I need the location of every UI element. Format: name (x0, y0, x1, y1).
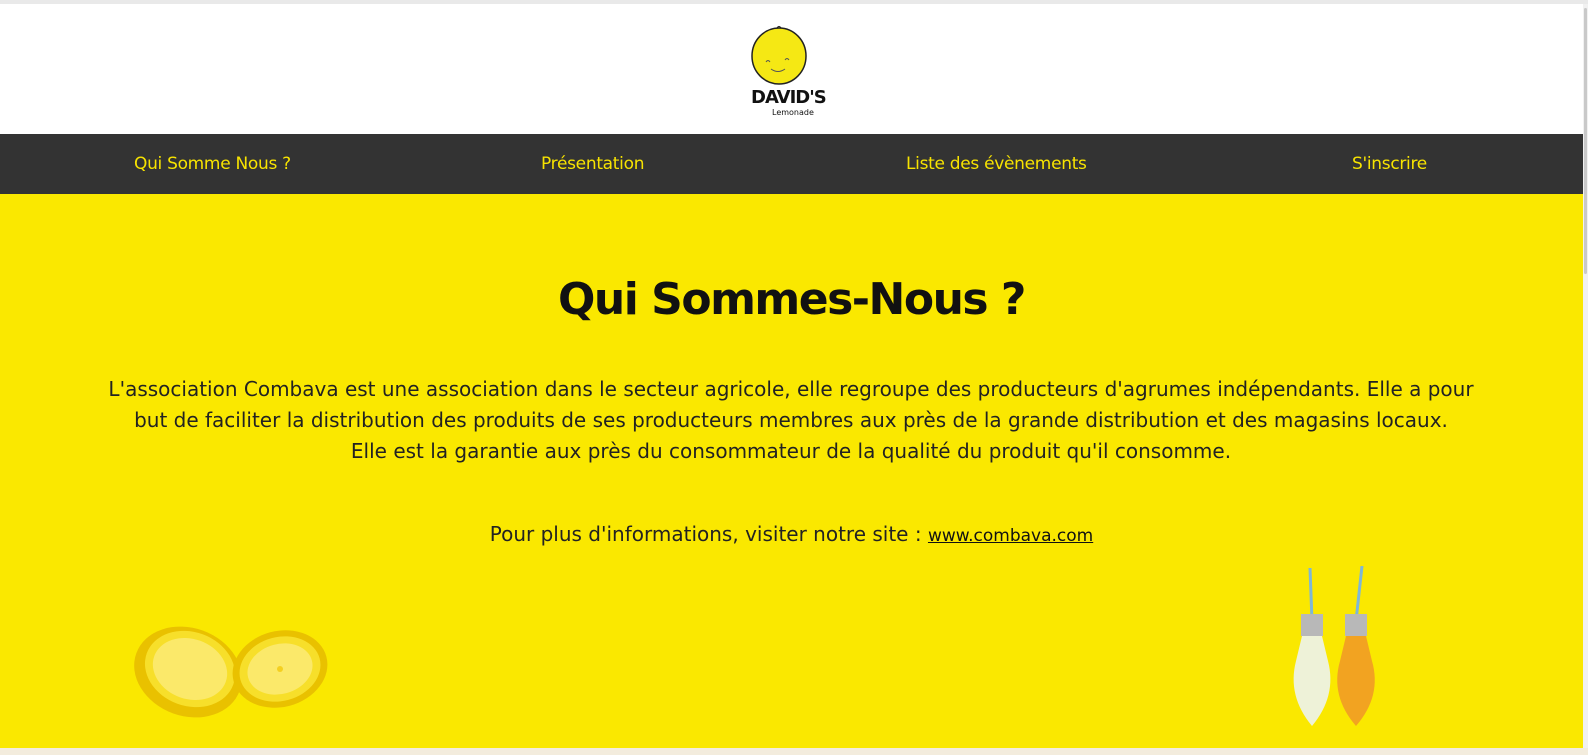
site-header: DAVID'S Lemonade (0, 4, 1583, 134)
main-navigation: Qui Somme Nous ? Présentation Liste des … (0, 134, 1583, 194)
more-info-line: Pour plus d'informations, visiter notre … (0, 522, 1583, 546)
main-content: Qui Sommes-Nous ? L'association Combava … (0, 194, 1583, 748)
combava-site-link[interactable]: www.combava.com (928, 526, 1093, 546)
nav-item-liste-evenements[interactable]: Liste des évènements (906, 134, 1087, 194)
page-bottom-edge (0, 748, 1588, 755)
scrollbar-thumb[interactable] (1584, 8, 1587, 274)
intro-text: L'association Combava est une associatio… (98, 374, 1484, 467)
nav-item-qui-somme-nous[interactable]: Qui Somme Nous ? (134, 134, 291, 194)
intro-paragraph-2: Elle est la garantie aux près du consomm… (350, 439, 1232, 463)
page-title: Qui Sommes-Nous ? (558, 274, 1026, 325)
more-info-text: Pour plus d'informations, visiter notre … (489, 522, 928, 546)
nav-item-sinscrire[interactable]: S'inscrire (1352, 134, 1427, 194)
intro-paragraph-1: L'association Combava est une associatio… (108, 377, 1474, 432)
lemonade-bottles-icon (1293, 566, 1375, 726)
nav-item-presentation[interactable]: Présentation (541, 134, 644, 194)
logo-subtitle: Lemonade (772, 108, 814, 117)
logo-title: DAVID'S (751, 87, 827, 108)
lemon-halves-icon (134, 626, 328, 718)
